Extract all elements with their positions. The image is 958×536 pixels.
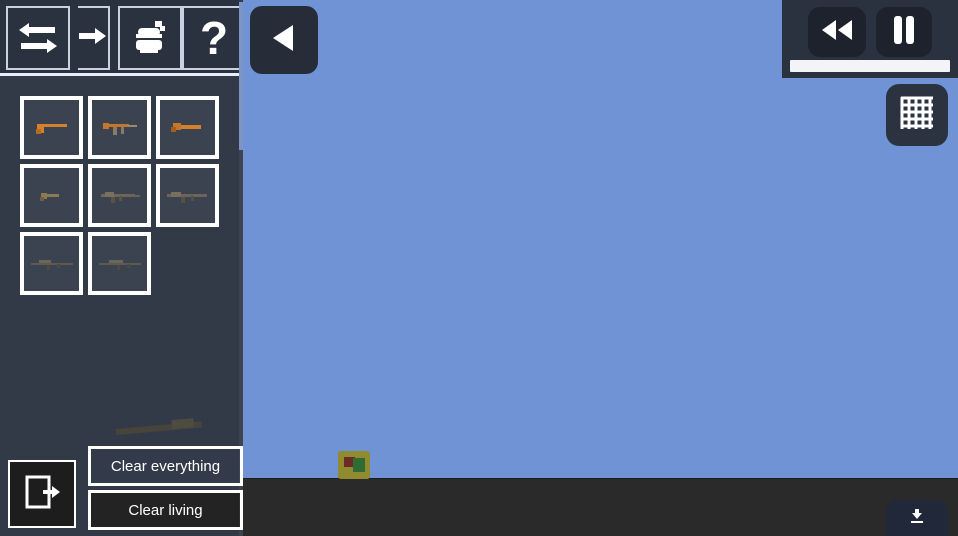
grid-icon <box>898 94 936 137</box>
clear-living-button[interactable]: Clear living <box>88 490 243 530</box>
pause-icon <box>892 15 916 50</box>
download-icon <box>909 508 925 529</box>
save-button[interactable] <box>886 500 948 536</box>
hunting-rifle-sprite <box>98 259 141 270</box>
sniper-rifle-sprite <box>30 259 73 270</box>
swap-arrows-icon <box>17 21 59 55</box>
spray-tool-button[interactable] <box>118 6 182 70</box>
sidebar-scrollbar[interactable] <box>239 0 243 536</box>
weapon-item-revolver[interactable] <box>20 164 83 227</box>
arrow-right-icon <box>79 27 107 49</box>
clear-everything-label: Clear everything <box>110 457 221 475</box>
clear-everything-button[interactable]: Clear everything <box>88 446 243 486</box>
revolver-sprite <box>39 192 59 201</box>
weapon-item-battle-rifle[interactable] <box>156 164 219 227</box>
crate-detail-green <box>353 458 365 472</box>
grid-toggle-button[interactable] <box>886 84 948 146</box>
battle-rifle-sprite <box>166 191 207 203</box>
weapon-grid <box>0 84 243 295</box>
back-button[interactable] <box>250 6 318 74</box>
sawn-off-shotgun-sprite <box>170 122 201 132</box>
transport-controls <box>782 0 958 78</box>
question-mark-icon: ? <box>199 12 229 64</box>
play-left-triangle-icon <box>267 21 301 60</box>
rewind-icon <box>820 18 854 47</box>
time-speed-slider[interactable] <box>790 60 950 72</box>
clear-living-label: Clear living <box>128 501 203 519</box>
submachine-gun-sprite <box>102 122 137 135</box>
pistol-sprite <box>35 123 67 134</box>
spray-can-icon <box>130 18 170 58</box>
clear-button-group: Clear everything Clear living <box>88 446 243 530</box>
rewind-button[interactable] <box>808 7 866 57</box>
next-tool-button[interactable] <box>78 6 110 70</box>
weapon-item-hunting-rifle[interactable] <box>88 232 151 295</box>
exit-door-icon <box>22 472 62 517</box>
swap-tool-button[interactable] <box>6 6 70 70</box>
rocket-launcher-sprite <box>115 418 203 435</box>
weapon-item-assault-rifle[interactable] <box>88 164 151 227</box>
weapon-item-submachine-gun[interactable] <box>88 96 151 159</box>
weapon-sidebar: ? Clear everything Clear living <box>0 0 243 536</box>
weapon-item-pistol[interactable] <box>20 96 83 159</box>
weapon-item-sniper-rifle[interactable] <box>20 232 83 295</box>
exit-button[interactable] <box>8 460 76 528</box>
pause-button[interactable] <box>876 7 932 57</box>
help-button[interactable]: ? <box>182 6 243 70</box>
sidebar-toolbar: ? <box>0 0 243 76</box>
crate-prop[interactable] <box>338 451 370 479</box>
sidebar-scrollbar-thumb[interactable] <box>239 2 243 150</box>
assault-rifle-sprite <box>100 191 140 203</box>
weapon-item-sawn-off-shotgun[interactable] <box>156 96 219 159</box>
